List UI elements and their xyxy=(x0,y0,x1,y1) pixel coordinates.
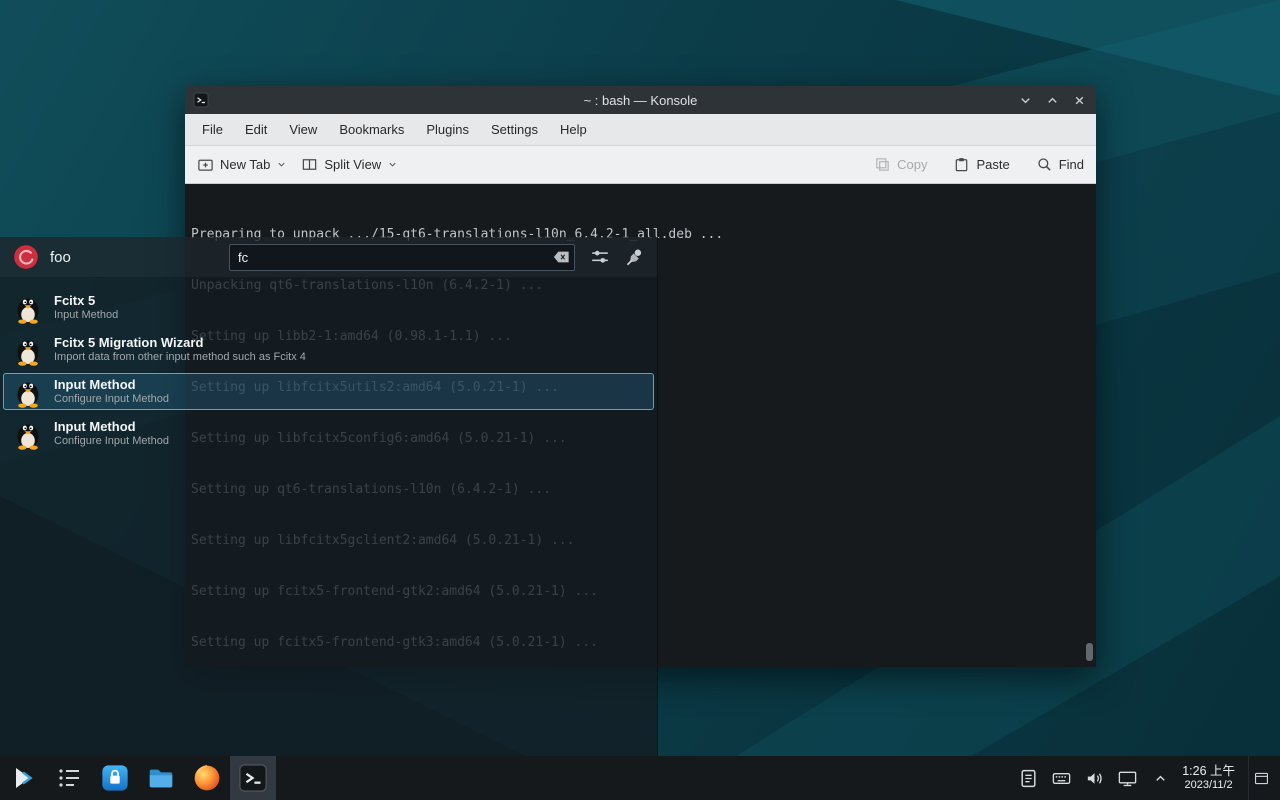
maximize-button[interactable] xyxy=(1043,91,1061,109)
digital-clock[interactable]: 1:26 上午 2023/11/2 xyxy=(1182,764,1235,792)
launcher-header: foo xyxy=(0,237,657,278)
result-subtitle: Input Method xyxy=(54,309,118,322)
clipboard-tray-button[interactable] xyxy=(1016,766,1040,790)
result-title: Input Method xyxy=(54,377,169,392)
task-list-icon xyxy=(55,764,83,792)
konsole-icon xyxy=(193,92,209,108)
pin-icon[interactable] xyxy=(625,247,645,267)
search-results: Fcitx 5 Input Method Fcitx 5 Migration W… xyxy=(0,278,657,452)
result-row-fcitx5-migration[interactable]: Fcitx 5 Migration Wizard Import data fro… xyxy=(3,331,654,368)
file-manager-button[interactable] xyxy=(138,756,184,800)
sliders-icon[interactable] xyxy=(590,247,610,267)
result-title: Input Method xyxy=(54,419,169,434)
search-input[interactable] xyxy=(229,244,575,271)
chevron-up-icon xyxy=(1153,771,1168,786)
close-button[interactable] xyxy=(1070,91,1088,109)
tux-icon xyxy=(12,376,44,408)
firefox-button[interactable] xyxy=(184,756,230,800)
result-subtitle: Import data from other input method such… xyxy=(54,351,306,364)
maximize-icon xyxy=(1045,93,1060,108)
volume-icon xyxy=(1084,768,1105,789)
result-row-input-method-selected[interactable]: Input Method Configure Input Method xyxy=(3,373,654,410)
folder-icon xyxy=(146,763,176,793)
split-view-label: Split View xyxy=(324,157,381,172)
minimize-button[interactable] xyxy=(1016,91,1034,109)
split-view-button[interactable]: Split View xyxy=(301,156,398,173)
menu-item-bookmarks[interactable]: Bookmarks xyxy=(328,114,415,146)
menu-item-help[interactable]: Help xyxy=(549,114,598,146)
username-label: foo xyxy=(50,249,71,266)
menu-item-edit[interactable]: Edit xyxy=(234,114,278,146)
paste-icon xyxy=(953,156,970,173)
tux-icon xyxy=(12,334,44,366)
result-title: Fcitx 5 Migration Wizard xyxy=(54,335,306,350)
result-title: Fcitx 5 xyxy=(54,293,118,308)
kickoff-icon xyxy=(9,764,37,792)
paste-button[interactable]: Paste xyxy=(953,156,1009,173)
new-tab-label: New Tab xyxy=(220,157,270,172)
display-tray-button[interactable] xyxy=(1115,766,1139,790)
paste-label: Paste xyxy=(976,157,1009,172)
find-label: Find xyxy=(1059,157,1084,172)
clipboard-icon xyxy=(1018,768,1039,789)
tux-icon xyxy=(12,292,44,324)
discover-button[interactable] xyxy=(92,756,138,800)
menubar: File Edit View Bookmarks Plugins Setting… xyxy=(185,114,1096,146)
result-subtitle: Configure Input Method xyxy=(54,393,169,406)
new-tab-icon xyxy=(197,156,214,173)
keyboard-icon xyxy=(1051,768,1072,789)
backspace-clear-icon[interactable] xyxy=(553,250,570,264)
terminal-scrollbar[interactable] xyxy=(1086,643,1093,661)
show-desktop-button[interactable] xyxy=(1248,756,1274,800)
firefox-icon xyxy=(192,763,222,793)
volume-tray-button[interactable] xyxy=(1082,766,1106,790)
menu-item-plugins[interactable]: Plugins xyxy=(415,114,480,146)
konsole-task-button[interactable] xyxy=(230,756,276,800)
chevron-down-icon xyxy=(387,159,398,170)
minimize-icon xyxy=(1018,93,1033,108)
find-button[interactable]: Find xyxy=(1036,156,1084,173)
result-row-input-method[interactable]: Input Method Configure Input Method xyxy=(3,415,654,452)
system-tray xyxy=(1016,766,1172,790)
copy-button[interactable]: Copy xyxy=(874,156,927,173)
copy-label: Copy xyxy=(897,157,927,172)
konsole-icon xyxy=(238,763,268,793)
menu-item-settings[interactable]: Settings xyxy=(480,114,549,146)
clock-date: 2023/11/2 xyxy=(1182,779,1235,792)
debian-avatar-icon xyxy=(12,243,40,271)
display-icon xyxy=(1117,768,1138,789)
menu-item-file[interactable]: File xyxy=(191,114,234,146)
window-title: ~ : bash — Konsole xyxy=(185,93,1096,108)
titlebar[interactable]: ~ : bash — Konsole xyxy=(185,86,1096,114)
copy-icon xyxy=(874,156,891,173)
result-subtitle: Configure Input Method xyxy=(54,435,169,448)
find-icon xyxy=(1036,156,1053,173)
split-view-icon xyxy=(301,156,318,173)
close-icon xyxy=(1072,93,1087,108)
launcher-overlay: foo Fcitx 5 Input Method Fcitx 5 Migrati… xyxy=(0,237,658,756)
show-desktop-icon xyxy=(1253,770,1270,787)
search-field xyxy=(229,244,575,271)
menu-item-view[interactable]: View xyxy=(278,114,328,146)
taskbar: 1:26 上午 2023/11/2 xyxy=(0,756,1280,800)
desktop: ~ : bash — Konsole File Edit View Bookma… xyxy=(0,0,1280,800)
tux-icon xyxy=(12,418,44,450)
clock-time: 1:26 上午 xyxy=(1182,764,1235,779)
app-launcher-button[interactable] xyxy=(0,756,46,800)
input-method-tray-button[interactable] xyxy=(1049,766,1073,790)
discover-icon xyxy=(100,763,130,793)
tray-expander-button[interactable] xyxy=(1148,766,1172,790)
result-row-fcitx5[interactable]: Fcitx 5 Input Method xyxy=(3,289,654,326)
chevron-down-icon xyxy=(276,159,287,170)
task-list-button[interactable] xyxy=(46,756,92,800)
new-tab-button[interactable]: New Tab xyxy=(197,156,287,173)
toolbar: New Tab Split View Copy Paste Find xyxy=(185,146,1096,184)
